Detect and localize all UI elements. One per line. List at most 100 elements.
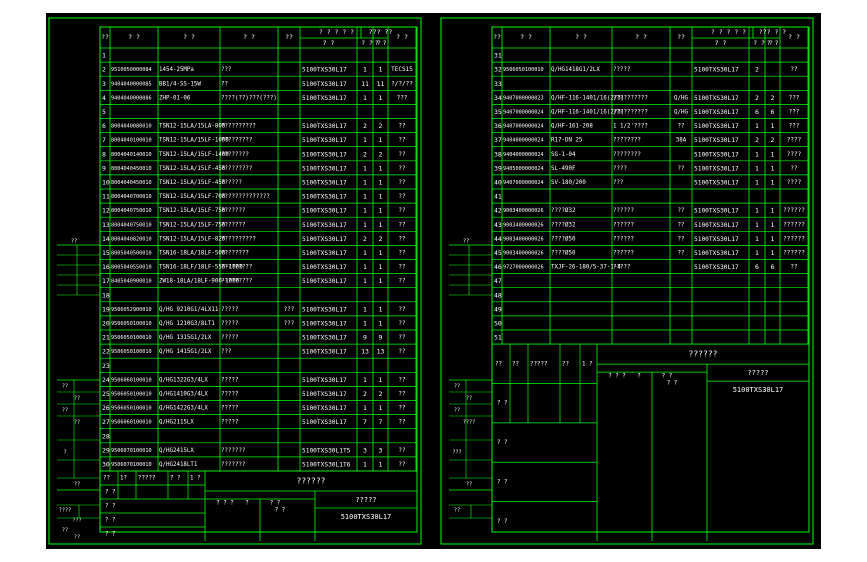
right_sheet-row-name: TXJF-26-180/5-37-1-4 [551,265,621,271]
left_sheet-row-spec: ??? [221,67,231,73]
left_sheet-row-number: 15 [102,249,110,257]
left_sheet-row-remark: ?? [398,193,406,200]
left_sheet-row-name: TSN12-15LA/15LF-1000 [159,138,229,144]
right_sheet-row-part: 5100TXS30L17 [694,123,739,130]
right_sheet-margin-label: ?? [454,384,460,390]
left_sheet-row-remark: ?? [398,306,406,313]
left_sheet-row-remark: ?? [398,447,406,454]
right_sheet-row-spec: ????? [613,265,630,271]
left_sheet-row-part: 5100TXS30L17 [302,264,347,271]
right_sheet-row-qty: 6 [755,263,759,271]
left_sheet-row-remark: TECS15 [391,66,413,73]
right_sheet-row-number: 50 [494,319,502,327]
right_sheet-row-part: 5100TXS30L17 [694,264,739,271]
right_sheet-row-qty-total: 1 [771,207,775,215]
left_sheet-row-note: ??? [284,307,294,313]
right_sheet-row-code: 9405000000024 [503,166,544,172]
left_sheet-row-part: 5100TXS30L17 [302,391,347,398]
left_sheet-margin-label: ??? [72,518,81,524]
left_sheet-row-part: 5100TXS30L17 [302,419,347,426]
right_sheet-row-qty: 1 [755,235,759,243]
left_sheet-row-spec: ??????? [221,462,245,468]
left_sheet-row-remark: ?? [398,264,406,271]
right_sheet-drawing-title: ?????? [689,350,718,359]
right_sheet-header-label: ? ? ? ? ? [711,28,746,36]
left_sheet-row-remark: ?? [398,151,406,158]
right_sheet-row-spec: ?????? [613,236,634,242]
left_sheet-row-number: 13 [102,221,110,229]
right_sheet-row-code: 9407000000024 [503,109,544,115]
right_sheet-row-name: SL-490F [551,166,576,172]
left_sheet-row-part: 5100TXS30L17 [302,236,347,243]
left_sheet-row-remark: ?? [398,461,406,468]
left_sheet-row-spec: ??????? [221,222,245,228]
left_sheet-row-number: 17 [102,277,110,285]
left_sheet-row-spec: ?????????? [221,236,256,242]
left_sheet-row-part: 5100TXS30L17 [302,306,347,313]
right_sheet-row-remark: ?????? [783,221,805,228]
left_sheet-row-name: BB1/4-SS-15W [159,81,201,87]
left_sheet-sheet: ??? ?? ?? ???? ? ? ? ???? ??? ?? ?? ? ??… [48,17,422,545]
left_sheet-row-qty: 1 [363,164,367,172]
right_sheet-row-qty: 2 [755,66,759,74]
left_sheet-row-name: TSN12-15LA/15LA-800 [159,124,226,130]
left_sheet-row-qty: 9 [363,334,367,342]
left_sheet-header-label: ? ? [128,33,140,41]
left_sheet-margin-label: ?? [74,535,80,541]
right_sheet-row-note: ?? [678,208,685,214]
left_sheet-header-label: ? ? [243,33,255,41]
left_sheet-row-code: 9404040000086 [111,95,152,101]
right_sheet-sign-text: 1 ? [582,361,592,367]
right_sheet-row-note: Q/HG [674,95,688,101]
left_sheet-row-qty-total: 1 [379,66,383,74]
left_sheet-row-code: 8005040550010 [111,265,152,271]
left_sheet-row-number: 8 [102,150,106,158]
left_sheet-row-part: 5100TXS30L17 [302,250,347,257]
right_sheet-row-remark: ???? [787,179,802,186]
left_sheet-row-remark: ?? [398,278,406,285]
right_sheet-row-number: 38 [494,150,502,158]
left_sheet-row-qty-total: 1 [379,376,383,384]
left_sheet-row-qty-total: 1 [379,305,383,313]
right_sheet-row-number: 36 [494,122,502,130]
right_sheet-row-number: 32 [494,66,502,74]
left_sheet-row-qty: 1 [363,460,367,468]
left_sheet-row-number: 3 [102,80,106,88]
right_sheet-row-code: 9407000000024 [503,124,544,130]
right_sheet-block-label: ? [637,374,641,380]
left_sheet-row-code: 9404040000085 [111,81,152,87]
right_sheet-sign-text: ????? [530,361,547,367]
left_sheet-row-part: 5100TXS30L17 [302,222,347,229]
right_sheet-row-spec: ???????? [613,138,641,144]
left_sheet-row-remark: ?? [398,137,406,144]
right_sheet-row-part: 5100TXS30L17 [694,179,739,186]
right_sheet-row-name: ????Ø32 [551,221,575,228]
right_sheet-row-spec: ???? [613,166,627,172]
left_sheet-row-qty: 1 [363,221,367,229]
right_sheet-row-qty-total: 1 [771,150,775,158]
right_sheet-row-spec: ?????????? [613,109,648,115]
left_sheet-row-spec: ?????? [221,180,242,186]
right_sheet-row-number: 49 [494,305,502,313]
left_sheet-row-part: 5100TXS30L17 [302,179,347,186]
left_sheet-row-code: 9506070100010 [111,462,152,468]
right_sheet-row-code: 9003400000026 [503,250,544,256]
right_sheet-row-note: ?? [678,236,685,242]
right_sheet-row-part: 5100TXS30L17 [694,250,739,257]
left_sheet-row-part: 5100TXS30L17 [302,278,347,285]
right_sheet-row-part: 5100TXS30L17 [694,67,739,74]
right_sheet-header-label: ??? ? ? [759,28,786,36]
left_sheet-row-qty: 1 [363,178,367,186]
left_sheet-drawing-title: ?????? [297,477,326,486]
left_sheet-margin-label: ?? [62,384,68,390]
left_sheet-row-qty-total: 2 [379,122,383,130]
left_sheet-row-part: 5100TXS30L17 [302,67,347,74]
left_sheet-row-qty-total: 1 [379,404,383,412]
left_sheet-row-qty-total: 9 [379,334,383,342]
right_sheet-row-name: R17-DN 25 [551,138,583,144]
right_sheet-row-part: 5100TXS30L17 [694,208,739,215]
right_sheet-row-code: 9407000000023 [503,95,544,101]
left_sheet-sign-text: ? ? [105,490,115,496]
left_sheet-row-qty-total: 1 [379,319,383,327]
left_sheet-row-qty-total: 11 [377,80,385,88]
